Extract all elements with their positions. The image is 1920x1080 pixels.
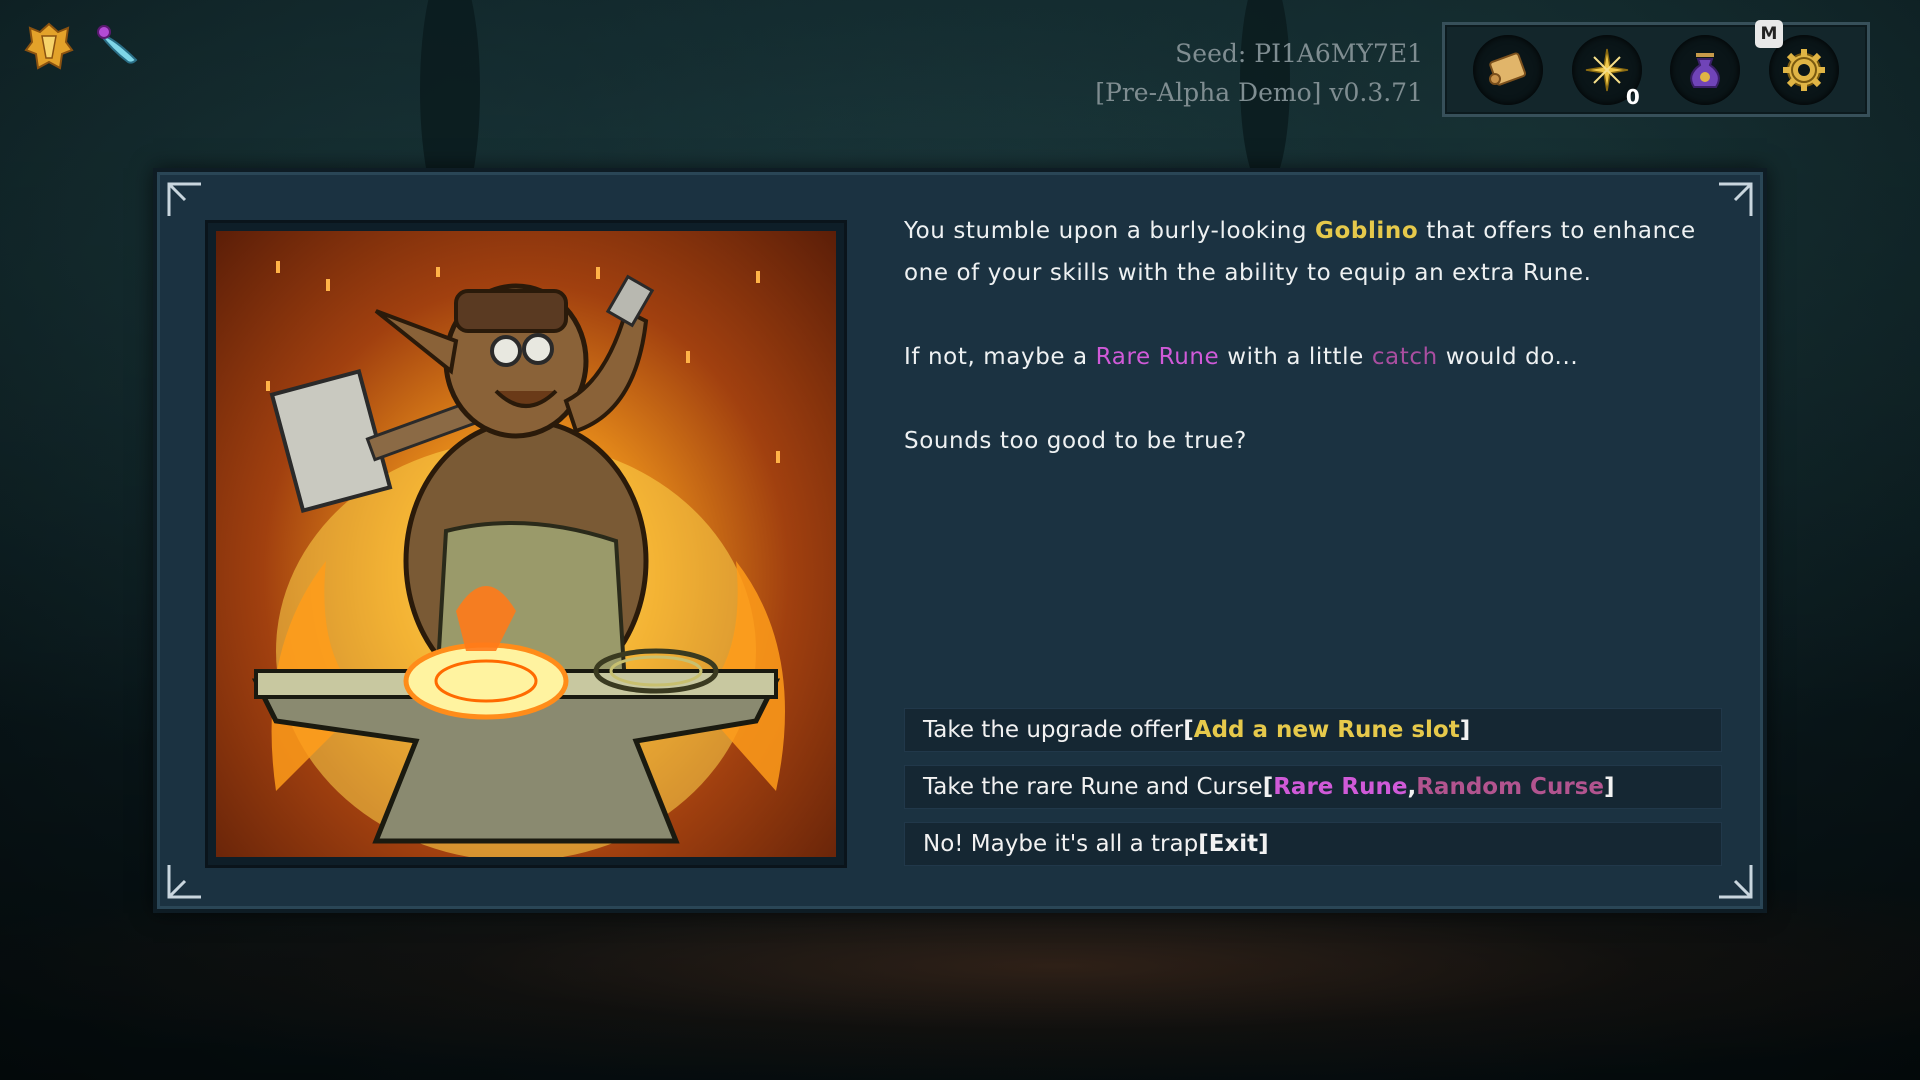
choice-upgrade-offer[interactable]: Take the upgrade offer [Add a new Rune s… <box>904 708 1722 752</box>
seed-label: Seed: PI1A6MY7E1 <box>1175 39 1423 68</box>
map-scroll-icon <box>1489 51 1527 86</box>
rare-rune-keyword: Rare Rune <box>1095 344 1220 370</box>
corner-ornament <box>167 182 201 216</box>
event-portrait-frame <box>205 220 847 868</box>
event-paragraph-2: If not, maybe a Rare Rune with a little … <box>904 336 1724 378</box>
bracket: ] <box>1603 774 1615 800</box>
bracket: [ <box>1262 774 1274 800</box>
choice-text: No! Maybe it's all a trap <box>923 831 1199 857</box>
paragraph-text: You stumble upon a burly-looking <box>904 218 1315 244</box>
reward-rune-slot: Add a new Rune slot <box>1193 717 1460 743</box>
bracket: ] <box>1459 717 1471 743</box>
exit-label: [Exit] <box>1198 831 1269 857</box>
forest-ground <box>0 890 1920 1080</box>
catch-keyword: catch <box>1371 344 1438 370</box>
map-scroll-button[interactable] <box>1473 34 1544 105</box>
npc-name-goblino: Goblino <box>1315 218 1419 244</box>
event-paragraph-3: Sounds too good to be true? <box>904 428 1247 454</box>
paragraph-text: would do... <box>1437 344 1579 370</box>
golden-crest-icon[interactable] <box>22 20 76 74</box>
separator: , <box>1407 774 1417 800</box>
choice-text: Take the rare Rune and Curse <box>923 774 1263 800</box>
version-label: [Pre-Alpha Demo] v0.3.71 <box>1095 78 1423 107</box>
event-paragraph-1: You stumble upon a burly-looking Goblino… <box>904 210 1724 294</box>
loot-bag-icon <box>1690 52 1721 88</box>
menu-hotkey-badge: M <box>1755 20 1783 48</box>
choice-exit[interactable]: No! Maybe it's all a trap [Exit] <box>904 822 1722 866</box>
star-points-button[interactable]: 0 <box>1571 34 1642 109</box>
choice-text: Take the upgrade offer <box>923 717 1184 743</box>
goblin-blacksmith-illustration <box>216 231 836 857</box>
paragraph-text: with a little <box>1219 344 1372 370</box>
seed-info: Seed: PI1A6MY7E1 [Pre-Alpha Demo] v0.3.7… <box>1095 34 1423 112</box>
event-description: You stumble upon a burly-looking Goblino… <box>904 210 1724 504</box>
choice-rare-rune-curse[interactable]: Take the rare Rune and Curse [Rare Rune,… <box>904 765 1722 809</box>
reward-random-curse: Random Curse <box>1416 774 1604 800</box>
top-right-menu: 0 <box>1442 22 1870 117</box>
settings-gear-icon <box>1782 48 1825 91</box>
hud-status-icons <box>22 20 146 74</box>
event-choices: Take the upgrade offer [Add a new Rune s… <box>904 708 1722 879</box>
star-points-count: 0 <box>1625 84 1640 109</box>
star-points-icon <box>1585 48 1628 91</box>
corner-ornament <box>167 865 201 899</box>
bracket: [ <box>1183 717 1194 743</box>
spirit-dagger-icon[interactable] <box>92 20 146 74</box>
loot-bag-button[interactable] <box>1670 34 1741 105</box>
event-dialog: You stumble upon a burly-looking Goblino… <box>153 168 1767 913</box>
reward-rare-rune: Rare Rune <box>1273 774 1408 800</box>
paragraph-text: If not, maybe a <box>904 344 1096 370</box>
